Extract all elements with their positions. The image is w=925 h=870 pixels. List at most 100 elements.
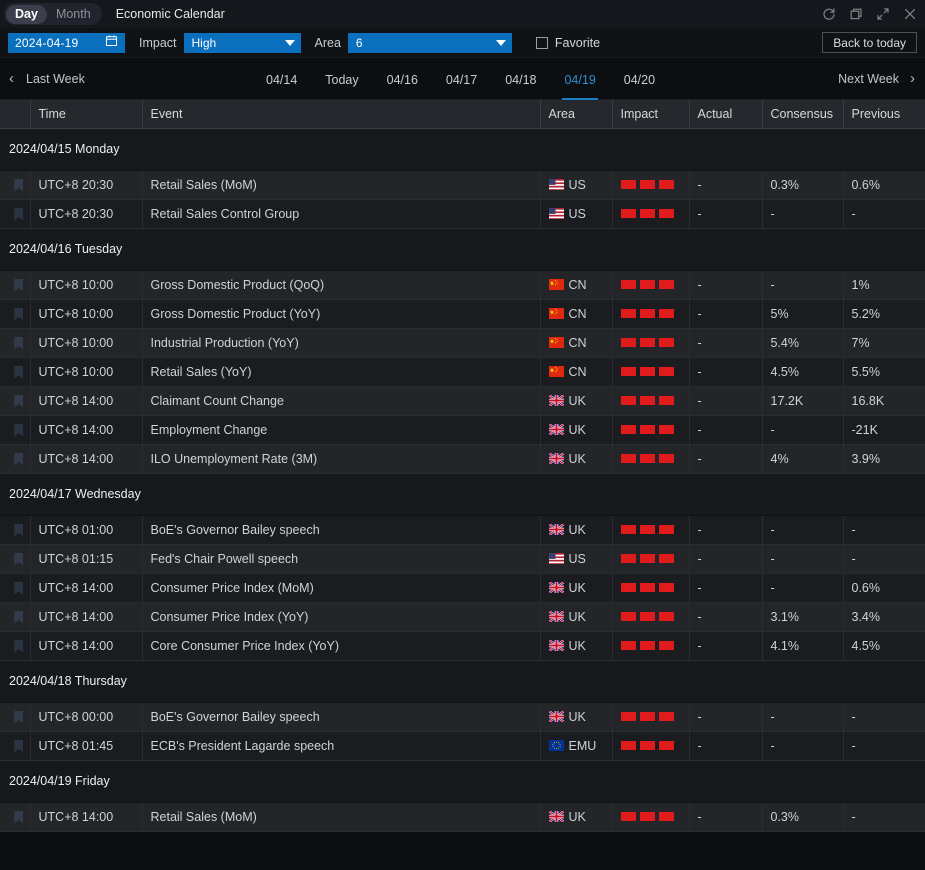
view-mode-toggle[interactable]: Day Month bbox=[4, 3, 102, 25]
day-tab-0[interactable]: 04/14 bbox=[252, 58, 311, 100]
cell-impact bbox=[612, 444, 689, 473]
impact-bar bbox=[621, 641, 636, 650]
table-row[interactable]: UTC+8 10:00Retail Sales (YoY)CN-4.5%5.5% bbox=[0, 357, 925, 386]
bookmark-cell[interactable] bbox=[0, 544, 30, 573]
impact-bar bbox=[621, 454, 636, 463]
impact-bar bbox=[621, 741, 636, 750]
table-row[interactable]: UTC+8 14:00Consumer Price Index (YoY)UK-… bbox=[0, 602, 925, 631]
cell-area: US bbox=[540, 544, 612, 573]
table-row[interactable]: UTC+8 01:45ECB's President Lagarde speec… bbox=[0, 731, 925, 760]
bookmark-cell[interactable] bbox=[0, 170, 30, 199]
bookmark-cell[interactable] bbox=[0, 731, 30, 760]
impact-bar bbox=[621, 525, 636, 534]
impact-value: High bbox=[192, 36, 217, 50]
bookmark-cell[interactable] bbox=[0, 415, 30, 444]
cell-actual: - bbox=[689, 731, 762, 760]
bookmark-icon[interactable] bbox=[14, 424, 23, 437]
table-row[interactable]: UTC+8 14:00Retail Sales (MoM)UK-0.3%- bbox=[0, 802, 925, 831]
bookmark-cell[interactable] bbox=[0, 328, 30, 357]
day-tab-today[interactable]: Today bbox=[311, 58, 372, 100]
table-row[interactable]: UTC+8 14:00Employment ChangeUK---21K bbox=[0, 415, 925, 444]
day-tab-5-selected[interactable]: 04/19 bbox=[550, 58, 609, 100]
tab-day[interactable]: Day bbox=[6, 5, 47, 24]
cell-consensus: 0.3% bbox=[762, 802, 843, 831]
cell-event: Gross Domestic Product (QoQ) bbox=[142, 270, 540, 299]
column-header-impact: Impact bbox=[612, 100, 689, 128]
area-code: CN bbox=[569, 365, 587, 379]
impact-bar bbox=[621, 812, 636, 821]
impact-bar bbox=[621, 209, 636, 218]
area-select[interactable]: 6 bbox=[348, 33, 512, 53]
bookmark-icon[interactable] bbox=[14, 337, 23, 350]
table-row[interactable]: UTC+8 01:00BoE's Governor Bailey speechU… bbox=[0, 515, 925, 544]
cn-flag-icon bbox=[549, 337, 564, 348]
last-week-button[interactable]: ‹ Last Week bbox=[0, 71, 85, 86]
bookmark-cell[interactable] bbox=[0, 602, 30, 631]
table-row[interactable]: UTC+8 14:00Claimant Count ChangeUK-17.2K… bbox=[0, 386, 925, 415]
day-tab-6[interactable]: 04/20 bbox=[610, 58, 669, 100]
bookmark-icon[interactable] bbox=[14, 279, 23, 292]
bookmark-cell[interactable] bbox=[0, 515, 30, 544]
bookmark-icon[interactable] bbox=[14, 711, 23, 724]
table-row[interactable]: UTC+8 14:00ILO Unemployment Rate (3M)UK-… bbox=[0, 444, 925, 473]
table-row[interactable]: UTC+8 14:00Consumer Price Index (MoM)UK-… bbox=[0, 573, 925, 602]
table-row[interactable]: UTC+8 10:00Gross Domestic Product (YoY)C… bbox=[0, 299, 925, 328]
bookmark-icon[interactable] bbox=[14, 740, 23, 753]
bookmark-icon[interactable] bbox=[14, 395, 23, 408]
bookmark-icon[interactable] bbox=[14, 179, 23, 192]
bookmark-cell[interactable] bbox=[0, 702, 30, 731]
table-row[interactable]: UTC+8 14:00Core Consumer Price Index (Yo… bbox=[0, 631, 925, 660]
table-row[interactable]: UTC+8 20:30Retail Sales Control GroupUS-… bbox=[0, 199, 925, 228]
favorite-checkbox[interactable]: Favorite bbox=[536, 36, 600, 50]
impact-bar bbox=[621, 712, 636, 721]
bookmark-icon[interactable] bbox=[14, 366, 23, 379]
impact-rating bbox=[621, 583, 689, 592]
bookmark-cell[interactable] bbox=[0, 299, 30, 328]
bookmark-icon[interactable] bbox=[14, 453, 23, 466]
impact-bar bbox=[640, 612, 655, 621]
bookmark-icon[interactable] bbox=[14, 553, 23, 566]
bookmark-cell[interactable] bbox=[0, 199, 30, 228]
bookmark-cell[interactable] bbox=[0, 444, 30, 473]
impact-rating bbox=[621, 338, 689, 347]
bookmark-cell[interactable] bbox=[0, 270, 30, 299]
restore-window-icon[interactable] bbox=[849, 7, 863, 21]
day-tab-2[interactable]: 04/16 bbox=[373, 58, 432, 100]
bookmark-cell[interactable] bbox=[0, 386, 30, 415]
next-week-button[interactable]: Next Week › bbox=[838, 71, 915, 86]
table-row[interactable]: UTC+8 01:15Fed's Chair Powell speechUS--… bbox=[0, 544, 925, 573]
close-icon[interactable] bbox=[903, 7, 917, 21]
table-row[interactable]: UTC+8 00:00BoE's Governor Bailey speechU… bbox=[0, 702, 925, 731]
table-row[interactable]: UTC+8 20:30Retail Sales (MoM)US-0.3%0.6% bbox=[0, 170, 925, 199]
refresh-icon[interactable] bbox=[822, 7, 836, 21]
impact-bar bbox=[621, 338, 636, 347]
bookmark-cell[interactable] bbox=[0, 573, 30, 602]
bookmark-cell[interactable] bbox=[0, 357, 30, 386]
expand-icon[interactable] bbox=[876, 7, 890, 21]
impact-select[interactable]: High bbox=[184, 33, 301, 53]
bookmark-icon[interactable] bbox=[14, 611, 23, 624]
day-tab-4[interactable]: 04/18 bbox=[491, 58, 550, 100]
bookmark-icon[interactable] bbox=[14, 640, 23, 653]
bookmark-icon[interactable] bbox=[14, 582, 23, 595]
table-row[interactable]: UTC+8 10:00Industrial Production (YoY)CN… bbox=[0, 328, 925, 357]
bookmark-icon[interactable] bbox=[14, 524, 23, 537]
impact-bar bbox=[640, 741, 655, 750]
cell-impact bbox=[612, 515, 689, 544]
back-to-today-button[interactable]: Back to today bbox=[822, 32, 917, 53]
date-input[interactable]: 2024-04-19 bbox=[8, 33, 125, 53]
tab-month[interactable]: Month bbox=[47, 5, 100, 24]
bookmark-cell[interactable] bbox=[0, 802, 30, 831]
bookmark-cell[interactable] bbox=[0, 631, 30, 660]
cell-area: UK bbox=[540, 602, 612, 631]
impact-bar bbox=[659, 812, 674, 821]
cell-consensus: - bbox=[762, 415, 843, 444]
cell-time: UTC+8 14:00 bbox=[30, 386, 142, 415]
impact-rating bbox=[621, 180, 689, 189]
table-row[interactable]: UTC+8 10:00Gross Domestic Product (QoQ)C… bbox=[0, 270, 925, 299]
day-tab-3[interactable]: 04/17 bbox=[432, 58, 491, 100]
bookmark-icon[interactable] bbox=[14, 208, 23, 221]
bookmark-icon[interactable] bbox=[14, 308, 23, 321]
cell-time: UTC+8 10:00 bbox=[30, 270, 142, 299]
bookmark-icon[interactable] bbox=[14, 811, 23, 824]
